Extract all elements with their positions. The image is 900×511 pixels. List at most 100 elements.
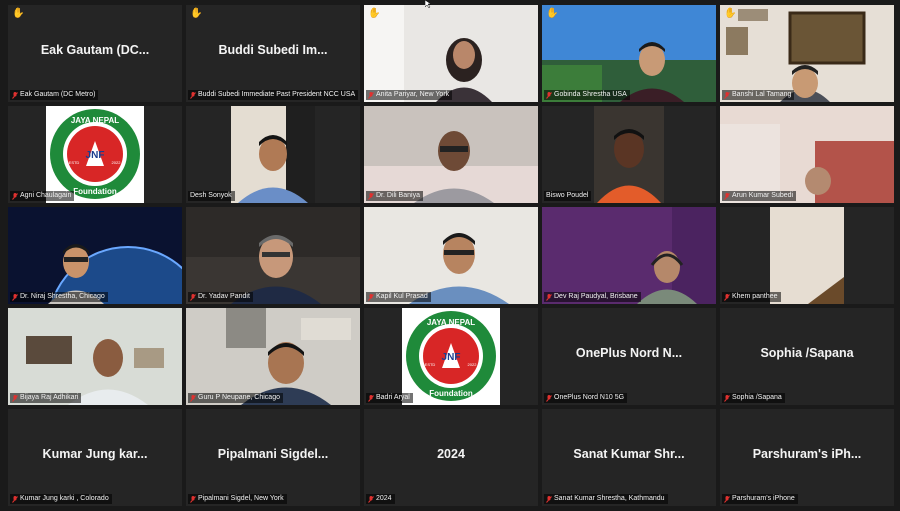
raised-hand-icon: ✋ [546, 8, 559, 19]
participant-center-name: Buddi Subedi Im... [218, 43, 328, 57]
participant-video [364, 207, 538, 304]
participant-name: Desh Sonyok [190, 192, 232, 199]
logo-mid-text: JNF [86, 150, 105, 161]
participant-tile[interactable]: OnePlus Nord N... OnePlus Nord N10 5G [542, 308, 716, 405]
mic-muted-icon [368, 91, 374, 99]
jaya-nepal-logo: JNF JAYA NEPAL Foundation ESTD 2022 [364, 308, 538, 405]
participant-center-name: Pipalmani Sigdel... [217, 447, 329, 461]
participant-label: Kumar Jung karki , Colorado [10, 494, 112, 504]
participant-video [364, 106, 538, 203]
participant-label: Dr. Niraj Shrestha, Chicago [10, 292, 108, 302]
participant-tile[interactable]: ✋ Buddi Subedi Im... Buddi Subedi Immedi… [186, 5, 360, 102]
participant-tile[interactable]: Pipalmani Sigdel... Pipalmani Sigdel, Ne… [186, 409, 360, 506]
participant-tile[interactable]: Dev Raj Paudyal, Brisbane [542, 207, 716, 304]
mic-muted-icon [12, 394, 18, 402]
participant-name: Guru P Neupane, Chicago [198, 394, 280, 401]
participant-label: Dev Raj Paudyal, Brisbane [544, 292, 641, 302]
participant-label: Parshuram's iPhone [722, 494, 798, 504]
participant-tile-active-speaker[interactable]: Desh Sonyok [186, 106, 360, 203]
participant-label: Buddi Subedi Immediate Past President NC… [188, 90, 359, 100]
participant-tile[interactable]: JNF JAYA NEPAL Foundation ESTD 2022 Badr… [364, 308, 538, 405]
participant-name: Biswo Poudel [546, 192, 589, 199]
mic-muted-icon [546, 495, 552, 503]
participant-tile[interactable]: Biswo Poudel [542, 106, 716, 203]
mic-muted-icon [190, 91, 196, 99]
jaya-nepal-logo: JNF JAYA NEPAL Foundation ESTD 2022 [8, 106, 182, 203]
participant-label: Arun Kumar Subedi [722, 191, 797, 201]
participant-tile[interactable]: JNF JAYA NEPAL Foundation ESTD 2022 Agni… [8, 106, 182, 203]
mic-muted-icon [546, 91, 552, 99]
mic-muted-icon [724, 91, 730, 99]
participant-name: Badri Aryal [376, 394, 410, 401]
participant-tile[interactable]: ✋ Gobinda Shrestha USA [542, 5, 716, 102]
participant-name: Agni Chaulagain [20, 192, 72, 199]
participant-video [364, 5, 538, 102]
logo-bottom-text: Foundation [429, 389, 473, 398]
raised-hand-icon: ✋ [368, 8, 381, 19]
mouse-pointer-icon [425, 0, 432, 8]
participant-name: Banshi Lal Tamang [732, 91, 792, 98]
participant-label: Gobinda Shrestha USA [544, 90, 630, 100]
participant-label: Agni Chaulagain [10, 191, 75, 201]
participant-tile[interactable]: 2024 2024 [364, 409, 538, 506]
participant-name: Anita Pariyar, New York [376, 91, 450, 98]
mic-muted-icon [546, 293, 552, 301]
participant-tile[interactable]: ✋ Eak Gautam (DC... Eak Gautam (DC Metro… [8, 5, 182, 102]
participant-tile[interactable]: Dr. Niraj Shrestha, Chicago [8, 207, 182, 304]
participant-name: Dr. Niraj Shrestha, Chicago [20, 293, 105, 300]
participant-tile[interactable]: Bijaya Raj Adhikari [8, 308, 182, 405]
participant-name: Pipalmani Sigdel, New York [198, 495, 284, 502]
participant-tile[interactable]: ✋ Banshi Lal Tamang [720, 5, 894, 102]
participant-label: Dr. Dili Baniya [366, 191, 423, 201]
participant-tile[interactable]: Guru P Neupane, Chicago [186, 308, 360, 405]
participant-tile[interactable]: Khem panthee [720, 207, 894, 304]
participant-tile[interactable]: ✋ Anita Pariyar, New York [364, 5, 538, 102]
participant-label: Anita Pariyar, New York [366, 90, 453, 100]
participant-name: Dev Raj Paudyal, Brisbane [554, 293, 638, 300]
participant-tile[interactable]: Sophia /Sapana Sophia /Sapana [720, 308, 894, 405]
logo-top-text: JAYA NEPAL [71, 116, 119, 125]
participant-label: Pipalmani Sigdel, New York [188, 494, 287, 504]
raised-hand-icon: ✋ [12, 8, 25, 19]
participant-tile[interactable]: Kumar Jung kar... Kumar Jung karki , Col… [8, 409, 182, 506]
logo-estd-text: ESTD [69, 160, 80, 165]
participant-video [186, 106, 360, 203]
raised-hand-icon: ✋ [190, 8, 203, 19]
mic-muted-icon [12, 293, 18, 301]
participant-label: Sanat Kumar Shrestha, Kathmandu [544, 494, 668, 504]
mic-muted-icon [12, 91, 18, 99]
participant-center-name: Kumar Jung kar... [42, 447, 148, 461]
mic-muted-icon [724, 495, 730, 503]
mic-muted-icon [546, 394, 552, 402]
participant-video [542, 5, 716, 102]
logo-bottom-text: Foundation [73, 187, 117, 196]
logo-year-text: 2022 [468, 362, 478, 367]
participant-video [8, 207, 182, 304]
participant-label: Dr. Yadav Pandit [188, 292, 253, 302]
participant-name: Eak Gautam (DC Metro) [20, 91, 96, 98]
participant-name: Sanat Kumar Shrestha, Kathmandu [554, 495, 665, 502]
participant-label: Eak Gautam (DC Metro) [10, 90, 99, 100]
mic-muted-icon [190, 394, 196, 402]
participant-center-name: Sophia /Sapana [760, 346, 854, 360]
participant-name: Buddi Subedi Immediate Past President NC… [198, 91, 356, 98]
participant-label: Biswo Poudel [544, 191, 592, 201]
mic-muted-icon [368, 192, 374, 200]
participant-label: Guru P Neupane, Chicago [188, 393, 283, 403]
participant-tile[interactable]: Kapil Kul Prasad [364, 207, 538, 304]
participant-name: Dr. Dili Baniya [376, 192, 420, 199]
participant-video [720, 5, 894, 102]
mic-muted-icon [12, 495, 18, 503]
participant-center-name: Parshuram's iPh... [752, 447, 862, 461]
participant-tile[interactable]: Dr. Dili Baniya [364, 106, 538, 203]
participant-label: Sophia /Sapana [722, 393, 785, 403]
participant-tile[interactable]: Arun Kumar Subedi [720, 106, 894, 203]
participant-name: OnePlus Nord N10 5G [554, 394, 625, 401]
logo-top-text: JAYA NEPAL [427, 318, 475, 327]
participant-center-name: 2024 [437, 447, 465, 461]
participant-tile[interactable]: Sanat Kumar Shr... Sanat Kumar Shrestha,… [542, 409, 716, 506]
participant-tile[interactable]: Parshuram's iPh... Parshuram's iPhone [720, 409, 894, 506]
mic-muted-icon [368, 293, 374, 301]
participant-tile[interactable]: Dr. Yadav Pandit [186, 207, 360, 304]
participant-video [186, 308, 360, 405]
